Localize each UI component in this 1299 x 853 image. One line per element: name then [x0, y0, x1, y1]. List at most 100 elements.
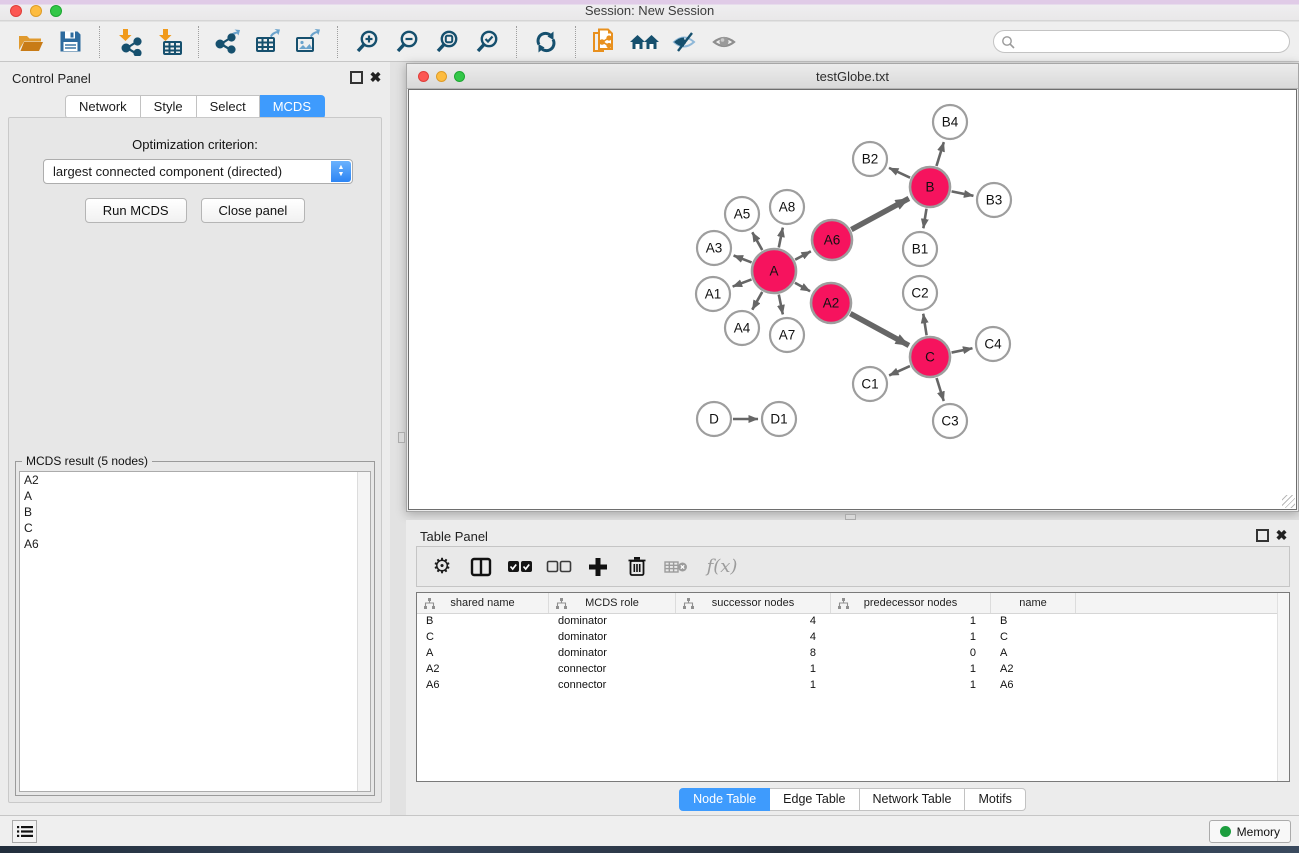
memory-button[interactable]: Memory [1209, 820, 1291, 843]
delete-column-button[interactable] [622, 552, 652, 582]
node-A4[interactable]: A4 [725, 311, 759, 345]
table-row[interactable]: Cdominator41C [417, 630, 1289, 646]
cell-mcds-role[interactable]: dominator [549, 646, 676, 662]
tab-style[interactable]: Style [141, 95, 197, 119]
tab-network-table[interactable]: Network Table [860, 788, 966, 811]
export-image-button[interactable] [288, 25, 328, 59]
table-row[interactable]: Bdominator41B [417, 614, 1289, 630]
network-window-titlebar[interactable]: testGlobe.txt [407, 64, 1298, 89]
cell-successor-nodes[interactable]: 4 [676, 614, 831, 630]
refresh-button[interactable] [526, 25, 566, 59]
table-row[interactable]: Adominator80A [417, 646, 1289, 662]
tab-mcds[interactable]: MCDS [260, 95, 325, 119]
tab-edge-table[interactable]: Edge Table [770, 788, 859, 811]
column-header-successor-nodes[interactable]: successor nodes [676, 593, 831, 613]
cell-successor-nodes[interactable]: 1 [676, 662, 831, 678]
float-table-panel-button[interactable] [1256, 529, 1269, 542]
edge-A-A3[interactable] [734, 256, 752, 263]
close-panel-button[interactable]: ✖ [369, 71, 382, 84]
column-header-mcds-role[interactable]: MCDS role [549, 593, 676, 613]
cell-mcds-role[interactable]: dominator [549, 630, 676, 646]
node-D1[interactable]: D1 [762, 402, 796, 436]
cell-shared-name[interactable]: B [417, 614, 549, 630]
edge-A-A7[interactable] [779, 295, 783, 315]
zoom-fit-button[interactable] [427, 25, 467, 59]
node-B[interactable]: B [910, 167, 950, 207]
select-all-button[interactable] [505, 552, 535, 582]
node-B3[interactable]: B3 [977, 183, 1011, 217]
edge-B-B2[interactable] [889, 168, 910, 178]
cell-mcds-role[interactable]: dominator [549, 614, 676, 630]
edge-A-A8[interactable] [779, 228, 783, 248]
cell-predecessor-nodes[interactable]: 0 [831, 646, 991, 662]
cell-predecessor-nodes[interactable]: 1 [831, 630, 991, 646]
node-D[interactable]: D [697, 402, 731, 436]
cell-name[interactable]: A2 [991, 662, 1076, 678]
edge-A-A1[interactable] [733, 279, 752, 286]
delete-table-button[interactable] [661, 552, 691, 582]
edge-C-C4[interactable] [952, 348, 973, 352]
save-session-button[interactable] [50, 25, 90, 59]
edge-A-A5[interactable] [752, 232, 762, 250]
cell-successor-nodes[interactable]: 1 [676, 678, 831, 694]
edge-B-B1[interactable] [923, 209, 926, 229]
cell-mcds-role[interactable]: connector [549, 662, 676, 678]
node-A1[interactable]: A1 [696, 277, 730, 311]
edge-B-B4[interactable] [936, 142, 943, 166]
add-column-button[interactable] [583, 552, 613, 582]
export-network-button[interactable] [208, 25, 248, 59]
cell-name[interactable]: A6 [991, 678, 1076, 694]
run-mcds-button[interactable]: Run MCDS [85, 198, 187, 223]
hide-graphics-button[interactable] [665, 25, 705, 59]
home-button[interactable] [625, 25, 665, 59]
table-row[interactable]: A2connector11A2 [417, 662, 1289, 678]
cell-shared-name[interactable]: A2 [417, 662, 549, 678]
mcds-result-list[interactable]: A2ABCA6 [19, 471, 371, 792]
close-table-panel-button[interactable]: ✖ [1275, 529, 1288, 542]
tab-motifs[interactable]: Motifs [965, 788, 1025, 811]
result-item-a6[interactable]: A6 [20, 536, 370, 552]
vertical-splitter-handle[interactable] [398, 432, 405, 443]
cell-shared-name[interactable]: C [417, 630, 549, 646]
node-A6[interactable]: A6 [812, 220, 852, 260]
import-network-button[interactable] [109, 25, 149, 59]
float-panel-button[interactable] [350, 71, 363, 84]
result-item-a2[interactable]: A2 [20, 472, 370, 488]
gear-button[interactable]: ⚙ [427, 552, 457, 582]
node-A8[interactable]: A8 [770, 190, 804, 224]
split-column-button[interactable] [466, 552, 496, 582]
node-C1[interactable]: C1 [853, 367, 887, 401]
zoom-selected-button[interactable] [467, 25, 507, 59]
edge-B-B3[interactable] [952, 191, 974, 195]
duplicate-network-button[interactable] [585, 25, 625, 59]
column-header-shared-name[interactable]: shared name [417, 593, 549, 613]
scrollbar-track[interactable] [357, 472, 370, 791]
edge-A-A2[interactable] [795, 283, 810, 292]
node-A7[interactable]: A7 [770, 318, 804, 352]
cell-name[interactable]: B [991, 614, 1076, 630]
node-A[interactable]: A [752, 249, 796, 293]
close-panel-button-inner[interactable]: Close panel [201, 198, 306, 223]
zoom-out-button[interactable] [387, 25, 427, 59]
edge-A-A6[interactable] [795, 251, 811, 259]
result-item-b[interactable]: B [20, 504, 370, 520]
node-C[interactable]: C [910, 337, 950, 377]
open-session-button[interactable] [10, 25, 50, 59]
tab-select[interactable]: Select [197, 95, 260, 119]
column-header-predecessor-nodes[interactable]: predecessor nodes [831, 593, 991, 613]
criterion-select[interactable]: largest connected component (directed) ▲… [43, 159, 353, 184]
cell-mcds-role[interactable]: connector [549, 678, 676, 694]
edge-A-A4[interactable] [752, 292, 762, 310]
cell-name[interactable]: C [991, 630, 1076, 646]
node-A2[interactable]: A2 [811, 283, 851, 323]
search-input[interactable] [1019, 35, 1289, 49]
cell-predecessor-nodes[interactable]: 1 [831, 662, 991, 678]
node-C2[interactable]: C2 [903, 276, 937, 310]
edge-C-C1[interactable] [889, 366, 910, 375]
cell-shared-name[interactable]: A [417, 646, 549, 662]
cell-successor-nodes[interactable]: 4 [676, 630, 831, 646]
table-row[interactable]: A6connector11A6 [417, 678, 1289, 694]
node-B1[interactable]: B1 [903, 232, 937, 266]
tab-node-table[interactable]: Node Table [679, 788, 770, 811]
node-A3[interactable]: A3 [697, 231, 731, 265]
